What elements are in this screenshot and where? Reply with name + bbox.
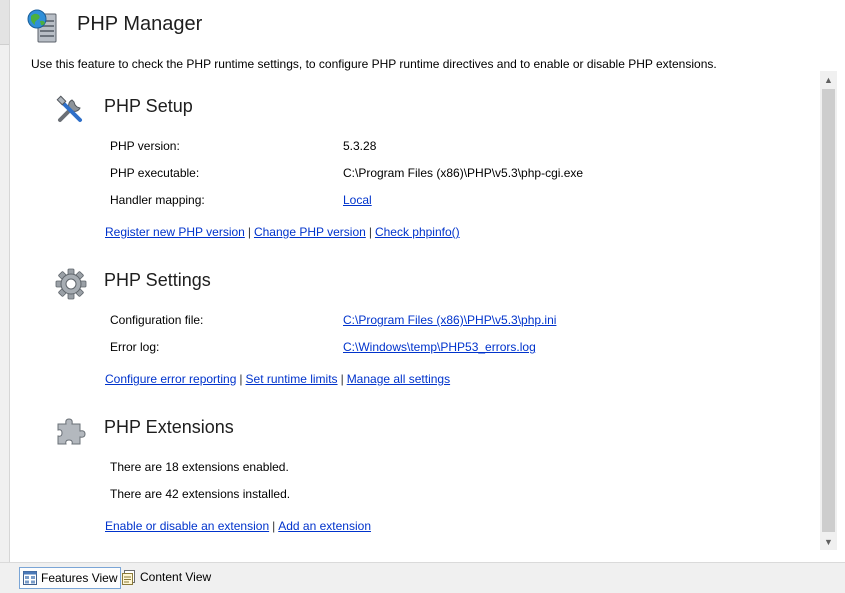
php-setup-title: PHP Setup xyxy=(104,96,193,116)
configuration-file-link[interactable]: C:\Program Files (x86)\PHP\v5.3\php.ini xyxy=(343,313,556,327)
view-switcher-bar: Features View Content View xyxy=(0,562,845,593)
php-executable-value: C:\Program Files (x86)\PHP\v5.3\php-cgi.… xyxy=(343,166,584,180)
error-log-link[interactable]: C:\Windows\temp\PHP53_errors.log xyxy=(343,340,536,354)
separator: | xyxy=(247,225,251,239)
puzzle-piece-icon xyxy=(57,418,86,445)
enable-disable-extension-link[interactable]: Enable or disable an extension xyxy=(105,519,269,533)
configuration-file-label: Configuration file: xyxy=(110,313,204,327)
separator: | xyxy=(368,225,372,239)
extensions-enabled-text: There are 18 extensions enabled. xyxy=(110,460,289,474)
content-view-icon xyxy=(122,570,135,585)
left-pane-edge xyxy=(0,0,10,562)
manage-all-settings-link[interactable]: Manage all settings xyxy=(347,372,450,386)
change-php-version-link[interactable]: Change PHP version xyxy=(254,225,366,239)
extensions-installed-text: There are 42 extensions installed. xyxy=(110,487,291,501)
features-view-button[interactable]: Features View xyxy=(19,567,122,589)
php-version-label: PHP version: xyxy=(110,139,180,153)
separator: | xyxy=(272,519,276,533)
content-view-label: Content View xyxy=(140,570,212,584)
left-pane-nub xyxy=(0,0,9,45)
php-setup-actions: Register new PHP version | Change PHP vers… xyxy=(105,225,460,239)
server-globe-icon xyxy=(27,9,57,43)
scroll-thumb[interactable] xyxy=(822,89,835,532)
handler-mapping-link[interactable]: Local xyxy=(343,193,372,207)
php-extensions-actions: Enable or disable an extension | Add an ex… xyxy=(105,519,371,533)
page-title: PHP Manager xyxy=(77,13,203,35)
separator: | xyxy=(239,372,243,386)
features-view-label: Features View xyxy=(41,571,118,585)
scroll-down-arrow-icon[interactable]: ▼ xyxy=(820,533,837,550)
register-php-version-link[interactable]: Register new PHP version xyxy=(105,225,245,239)
php-version-value: 5.3.28 xyxy=(343,139,377,153)
handler-mapping-label: Handler mapping: xyxy=(110,193,205,207)
separator: | xyxy=(340,372,344,386)
configure-error-reporting-link[interactable]: Configure error reporting xyxy=(105,372,236,386)
error-log-label: Error log: xyxy=(110,340,160,354)
php-settings-title: PHP Settings xyxy=(104,270,211,290)
content-view-button[interactable]: Content View xyxy=(119,567,214,587)
check-phpinfo-link[interactable]: Check phpinfo() xyxy=(375,225,460,239)
add-extension-link[interactable]: Add an extension xyxy=(278,519,371,533)
php-settings-actions: Configure error reporting | Set runtime li… xyxy=(105,372,450,386)
features-view-icon xyxy=(23,571,37,585)
set-runtime-limits-link[interactable]: Set runtime limits xyxy=(246,372,338,386)
scroll-up-arrow-icon[interactable]: ▲ xyxy=(820,71,837,88)
php-extensions-title: PHP Extensions xyxy=(104,417,234,437)
vertical-scrollbar[interactable]: ▲ ▼ xyxy=(820,71,837,550)
gear-icon xyxy=(55,268,87,300)
tools-icon xyxy=(56,95,82,122)
page-description: Use this feature to check the PHP runtim… xyxy=(31,57,717,71)
php-executable-label: PHP executable: xyxy=(110,166,200,180)
